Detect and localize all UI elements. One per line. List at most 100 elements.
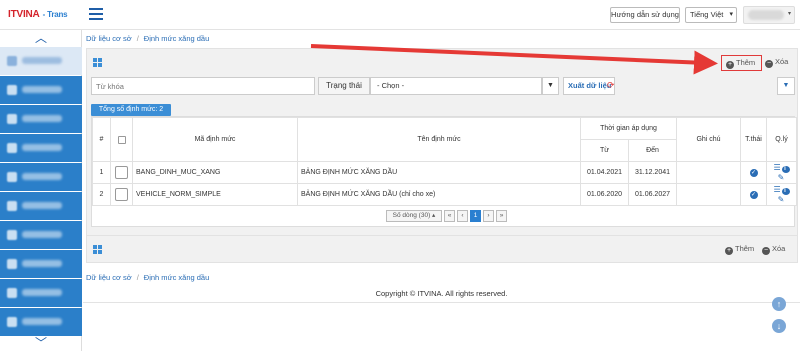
chevron-down-icon[interactable]: ▼ [542,77,559,95]
row-checkbox[interactable] [115,188,128,201]
total-count-badge: Tổng số định mức: 2 [91,104,171,116]
menu-icon [7,201,17,211]
export-label: Xuất dữ liệu [568,81,612,90]
row-select-cell [110,161,133,184]
sidebar-item-label-blurred [22,318,62,325]
delete-button-bottom[interactable]: − Xóa [762,244,785,255]
user-guide-button[interactable]: Hướng dẫn sử dụng [610,7,680,23]
list-icon[interactable]: ☰ [774,185,782,194]
grid-view-icon[interactable] [93,58,103,68]
last-page-button[interactable]: » [496,210,507,222]
sidebar-item[interactable] [0,250,82,278]
language-select[interactable]: Tiếng Việt ▾ [685,7,737,23]
sidebar-item[interactable] [0,76,82,104]
scroll-to-bottom-icon[interactable]: ↓ [772,319,786,333]
header-code[interactable]: Mã định mức [132,117,298,162]
sidebar-scroll-down-icon[interactable]: ﹀ [0,335,82,351]
row-name: BẢNG ĐỊNH MỨC XĂNG DẦU [297,161,581,184]
sidebar-item-label-blurred [22,144,62,151]
menu-icon [7,114,17,124]
row-to: 31.12.2041 [628,161,677,184]
app-logo[interactable]: ITVINA - Trans [8,9,68,20]
breadcrumb-root-link[interactable]: Dữ liệu cơ sở [86,273,132,282]
check-circle-icon: ✓ [749,190,758,199]
status-select[interactable]: - Chọn - [370,77,542,95]
first-page-button[interactable]: « [444,210,455,222]
table-row[interactable]: 1 BANG_DINH_MUC_XANG BẢNG ĐỊNH MỨC XĂNG … [92,161,797,184]
footer-breadcrumb: Dữ liệu cơ sở / Định mức xăng dầu [86,273,210,282]
row-from: 01.06.2020 [580,183,629,206]
copyright-text: Copyright © ITVINA. All rights reserved. [375,289,508,298]
avatar [748,10,784,20]
sidebar-item[interactable] [0,279,82,307]
select-all-checkbox[interactable] [117,135,126,144]
sidebar-item-label-blurred [22,289,62,296]
sidebar: ︿ ﹀ [0,30,82,351]
sidebar-item[interactable] [0,105,82,133]
delete-label: Xóa [772,244,786,253]
row-no: 1 [92,161,111,184]
chevron-down-icon: ▾ [787,11,791,17]
info-icon[interactable]: i [781,163,790,173]
sidebar-item[interactable] [0,221,82,249]
keyword-input[interactable] [91,77,315,95]
menu-icon [7,317,17,327]
add-button[interactable]: + Thêm [721,55,762,71]
sidebar-item-label-blurred [22,115,62,122]
menu-toggle-icon[interactable] [89,8,103,20]
sidebar-scroll-up-icon[interactable]: ︿ [0,30,82,46]
prev-page-button[interactable]: ‹ [457,210,468,222]
breadcrumb-root-link[interactable]: Dữ liệu cơ sở [86,34,132,43]
sidebar-items [0,47,82,337]
header-to: Đến [628,139,677,162]
info-icon[interactable]: i [781,185,790,195]
sidebar-item[interactable] [0,192,82,220]
user-menu[interactable]: ▾ [743,6,795,24]
table-row[interactable]: 2 VEHICLE_NORM_SIMPLE BẢNG ĐỊNH MỨC XĂNG… [92,183,797,206]
delete-label: Xóa [775,57,789,66]
pagination: Số dòng (30) ▴ « ‹ 1 › » [386,210,509,222]
chevron-down-icon: ▾ [729,11,733,18]
logo-product: - Trans [42,10,68,19]
row-note [676,183,741,206]
sidebar-item[interactable] [0,134,82,162]
sidebar-item-label-blurred [22,86,62,93]
add-label: Thêm [735,244,755,253]
filter-collapse-button[interactable]: ▼ [777,77,795,95]
header-status: T.thái [740,117,767,162]
edit-icon[interactable]: ✎ [778,173,786,182]
delete-button[interactable]: − Xóa [765,55,788,71]
row-note [676,161,741,184]
edit-icon[interactable]: ✎ [778,195,786,204]
list-icon[interactable]: ☰ [774,163,782,172]
pagination-row: Số dòng (30) ▴ « ‹ 1 › » [92,206,794,226]
sidebar-item[interactable] [0,163,82,191]
refresh-icon[interactable]: ⟳ [607,77,617,95]
breadcrumb-current-link[interactable]: Định mức xăng dầu [144,273,209,282]
data-table: # Mã định mức Tên định mức Thời gian áp … [91,116,797,227]
row-from: 01.04.2021 [580,161,629,184]
grid-view-icon[interactable] [93,245,103,255]
scroll-to-top-icon[interactable]: ↑ [772,297,786,311]
minus-circle-icon: − [762,247,770,255]
status-filter-label: Trạng thái [318,77,370,95]
plus-circle-icon: + [725,247,733,255]
row-checkbox[interactable] [115,166,128,179]
minus-circle-icon: − [765,60,773,68]
rows-per-page-select[interactable]: Số dòng (30) ▴ [386,210,442,222]
sidebar-item[interactable] [0,47,82,75]
top-header: ITVINA - Trans Hướng dẫn sử dụng Tiếng Vi… [0,0,800,30]
page-number-button[interactable]: 1 [470,210,481,222]
main-content: Dữ liệu cơ sở / Định mức xăng dầu + Thêm − X… [83,30,800,351]
breadcrumb-current-link[interactable]: Định mức xăng dầu [144,34,209,43]
next-page-button[interactable]: › [483,210,494,222]
menu-icon [7,259,17,269]
row-actions: ☰ i✎ [766,161,797,184]
header-name[interactable]: Tên định mức [297,117,581,162]
add-button-bottom[interactable]: + Thêm [725,244,754,255]
list-panel: +Thêm −Xóa Trạng thái - Chọn - ▼ Xuất dữ… [86,48,798,254]
breadcrumb: Dữ liệu cơ sở / Định mức xăng dầu [86,34,210,43]
sidebar-item[interactable] [0,308,82,336]
plus-circle-icon: + [726,61,734,69]
sidebar-item-label-blurred [22,260,62,267]
